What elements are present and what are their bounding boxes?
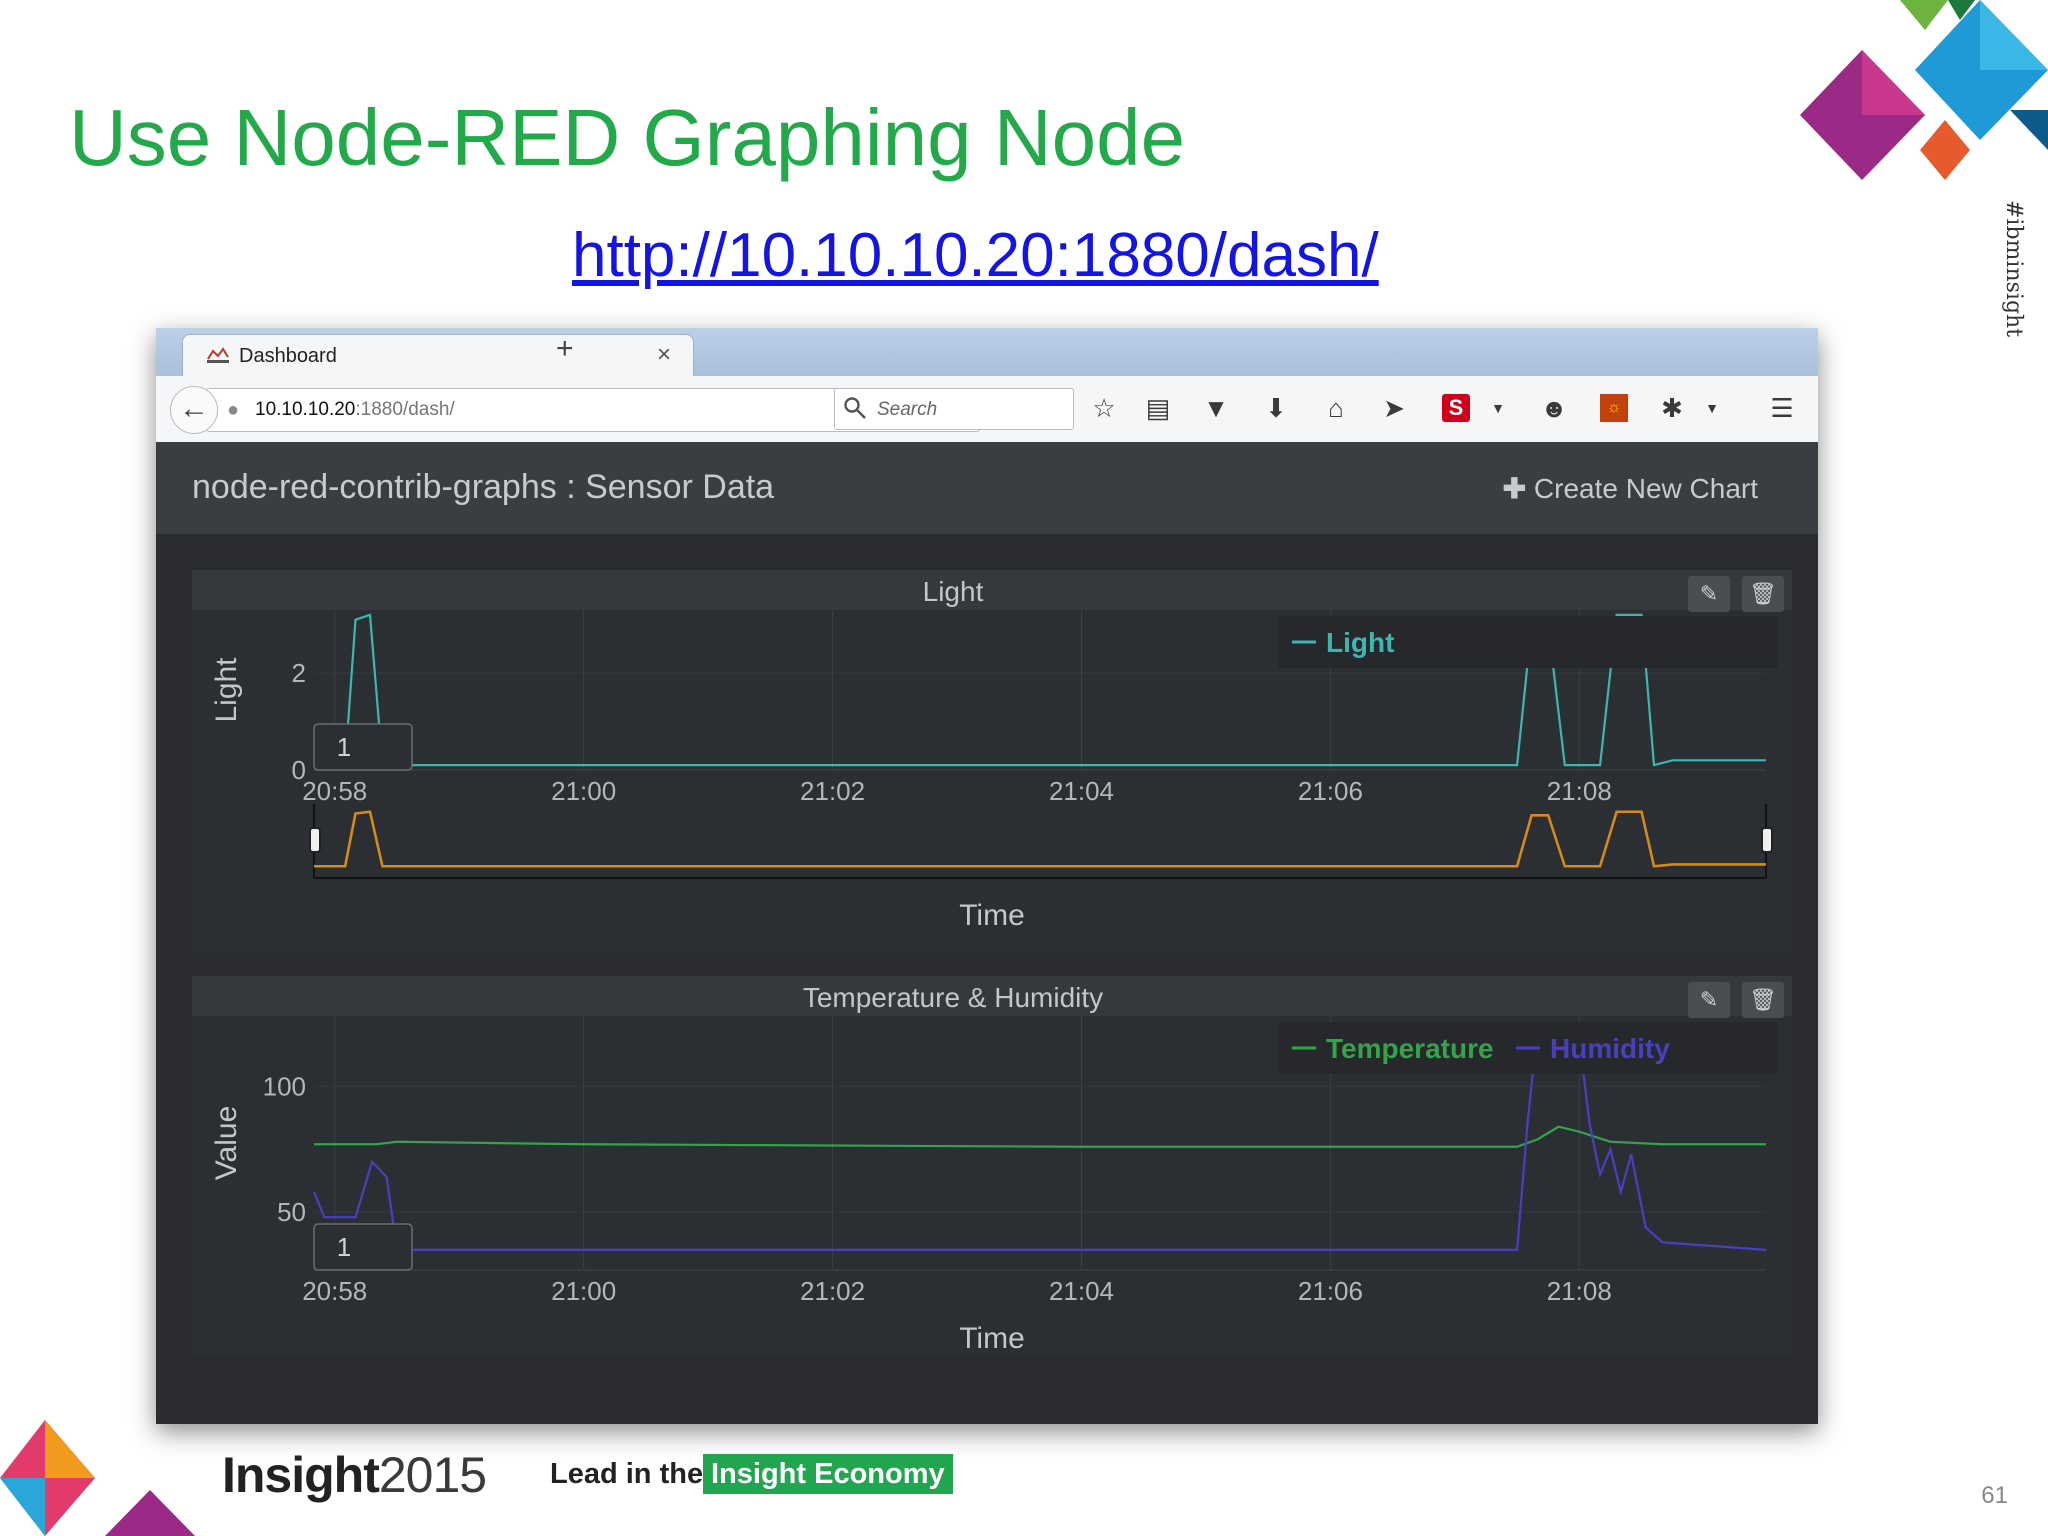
- create-new-chart-label: Create New Chart: [1533, 473, 1758, 504]
- pencil-icon: ✎: [1699, 987, 1719, 1012]
- dashboard-link[interactable]: http://10.10.10.20:1880/dash/: [572, 220, 1379, 291]
- footer-tagline-badge: Insight Economy: [703, 1454, 953, 1494]
- create-new-chart-button[interactable]: ✚ Create New Chart: [1503, 472, 1758, 505]
- y-axis-label: Value: [210, 1106, 243, 1181]
- x-axis-label: Time: [959, 899, 1025, 932]
- hashtag-label: #ibminsight: [2001, 200, 2026, 338]
- decorative-diamonds-bottom-left: [0, 1420, 195, 1536]
- zoom-indicator-value: 1: [337, 1232, 351, 1262]
- url-path: :1880/dash/: [355, 399, 455, 420]
- zoom-indicator-box: [313, 723, 413, 771]
- temp-humidity-chart-panel: Temperature & Humidity ✎ 🗑 20:58 21:00 21:…: [192, 976, 1792, 1356]
- decorative-diamonds-top-right: [1800, 0, 2048, 180]
- x-tick-label: 21:00: [551, 776, 616, 806]
- x-tick-label: 20:58: [302, 1276, 367, 1306]
- app-title: node-red-contrib-graphs : Sensor Data: [192, 468, 775, 506]
- y-tick-label: 50: [277, 1197, 306, 1227]
- navigator-handle[interactable]: [309, 827, 321, 853]
- home-icon[interactable]: ⌂: [1320, 392, 1352, 424]
- app-header: node-red-contrib-graphs : Sensor Data ✚ …: [156, 442, 1818, 536]
- x-tick-label: 21:06: [1298, 776, 1363, 806]
- x-tick-label: 21:08: [1547, 1276, 1612, 1306]
- s-extension-icon[interactable]: S: [1442, 394, 1470, 422]
- x-tick-label: 21:06: [1298, 1276, 1363, 1306]
- back-button[interactable]: ←: [170, 386, 218, 434]
- bookmark-star-icon[interactable]: ☆: [1088, 392, 1120, 424]
- x-axis-label: Time: [959, 1322, 1025, 1355]
- series-line-temperature: [314, 1125, 1766, 1148]
- slide-title: Use Node-RED Graphing Node: [69, 93, 1186, 182]
- chat-icon[interactable]: ☻: [1538, 392, 1570, 424]
- y-axis-label: Light: [210, 657, 243, 723]
- x-tick-label: 21:02: [800, 776, 865, 806]
- x-tick-label: 21:08: [1547, 776, 1612, 806]
- hamburger-menu-icon[interactable]: ☰: [1766, 392, 1798, 424]
- zoom-indicator-value: 1: [337, 732, 351, 762]
- trash-icon: 🗑: [1749, 581, 1777, 606]
- temp-humidity-chart: 20:58 21:00 21:02 21:04 21:06 21:08 50 100 Value…: [210, 1016, 1778, 1355]
- edit-chart-button[interactable]: ✎: [1688, 576, 1730, 612]
- light-panel-header: Light ✎ 🗑: [192, 570, 1792, 612]
- temp-humidity-panel-title: Temperature & Humidity: [802, 982, 1104, 1013]
- light-panel-title: Light: [922, 576, 984, 607]
- light-chart: 20:58 21:00 21:02 21:04 21:06 21:08 0 2 Light Lig…: [210, 610, 1778, 932]
- browser-window: Dashboard × + ● 10.10.10.20:1880/dash/ ▽…: [156, 328, 1818, 1424]
- x-tick-label: 20:58: [302, 776, 367, 806]
- navigator-handle[interactable]: [1761, 827, 1773, 853]
- navigation-bar: ● 10.10.10.20:1880/dash/ ▽ ↻ ← Search ☆ …: [156, 376, 1818, 443]
- edit-chart-button[interactable]: ✎: [1688, 982, 1730, 1018]
- tab-close-icon[interactable]: ×: [657, 341, 671, 369]
- search-bar[interactable]: Search: [834, 388, 1074, 430]
- url-text: 10.10.10.20:1880/dash/: [255, 399, 455, 421]
- x-tick-label: 21:04: [1049, 1276, 1114, 1306]
- footer-brand-text: Insight: [222, 1447, 380, 1503]
- legend-entry: Light: [1326, 627, 1394, 658]
- tab-dashboard[interactable]: Dashboard ×: [182, 334, 694, 379]
- globe-icon: ●: [227, 399, 240, 421]
- dropdown-arrow-icon[interactable]: ▼: [1482, 392, 1514, 424]
- footer-brand: Insight2015: [222, 1446, 487, 1504]
- chart-favicon-icon: [207, 347, 229, 363]
- bug-extension-icon[interactable]: ✱: [1656, 392, 1688, 424]
- plus-icon: ✚: [1502, 473, 1527, 504]
- legend-entry: Temperature: [1326, 1033, 1494, 1064]
- x-tick-label: 21:00: [551, 1276, 616, 1306]
- navigator-series-line: [314, 810, 1766, 868]
- y-tick-label: 0: [292, 755, 306, 785]
- legend-entry: Humidity: [1550, 1033, 1670, 1064]
- x-tick-label: 21:02: [800, 1276, 865, 1306]
- pencil-icon: ✎: [1699, 581, 1719, 606]
- reading-list-icon[interactable]: ▤: [1142, 392, 1174, 424]
- tab-bar: Dashboard × +: [156, 328, 1818, 379]
- search-placeholder: Search: [877, 399, 938, 420]
- delete-chart-button[interactable]: 🗑: [1742, 576, 1784, 612]
- dropdown-arrow-icon[interactable]: ▼: [1696, 392, 1728, 424]
- url-host: 10.10.10.20: [255, 399, 356, 420]
- footer-year: 2015: [378, 1447, 487, 1503]
- delete-chart-button[interactable]: 🗑: [1742, 982, 1784, 1018]
- orange-extension-icon[interactable]: ☼: [1600, 394, 1628, 422]
- temp-humidity-panel-header: Temperature & Humidity ✎ 🗑: [192, 976, 1792, 1018]
- y-tick-label: 2: [292, 658, 306, 688]
- search-icon: [844, 397, 866, 419]
- x-tick-label: 21:04: [1049, 776, 1114, 806]
- zoom-indicator-box: [313, 1223, 413, 1271]
- send-icon[interactable]: ➤: [1378, 392, 1410, 424]
- download-icon[interactable]: ⬇: [1260, 392, 1292, 424]
- footer-tagline: Lead in the: [550, 1458, 704, 1490]
- pocket-icon[interactable]: ▼: [1200, 392, 1232, 424]
- tab-label: Dashboard: [239, 345, 337, 367]
- y-tick-label: 100: [263, 1071, 306, 1101]
- new-tab-button[interactable]: +: [556, 332, 574, 366]
- trash-icon: 🗑: [1749, 987, 1777, 1012]
- light-chart-panel: Light ✎ 🗑 20:58 21:00 21:02 21:04 21:06 21:08…: [192, 570, 1792, 950]
- page-number: 61: [1981, 1482, 2008, 1509]
